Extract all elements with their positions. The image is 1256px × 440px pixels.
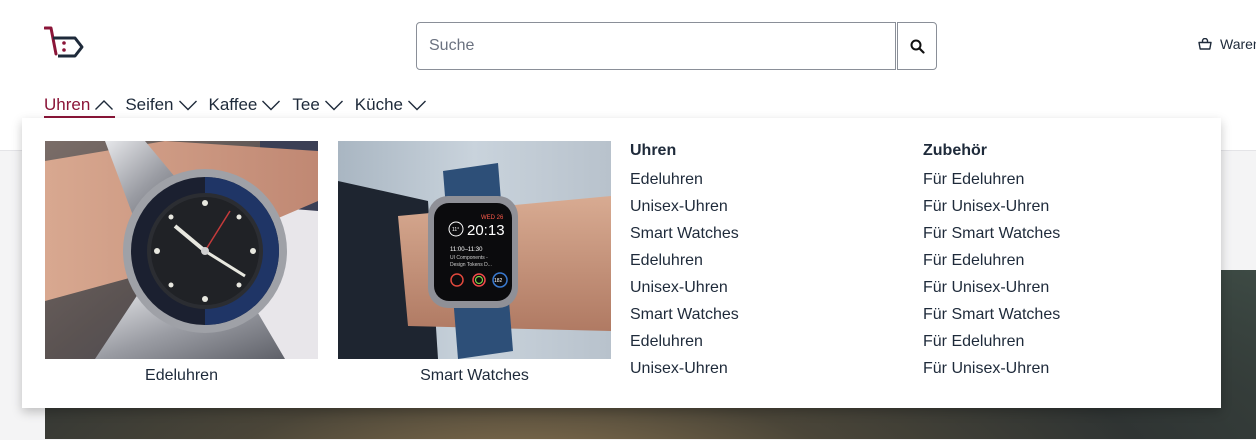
category-card-edeluhren[interactable]: Edeluhren xyxy=(45,141,318,385)
link-list: Für Edeluhren Für Unisex-Uhren Für Smart… xyxy=(923,170,1060,386)
nav-item-label: Uhren xyxy=(44,95,91,114)
search-button[interactable] xyxy=(897,22,937,70)
menu-link[interactable]: Unisex-Uhren xyxy=(630,359,739,386)
menu-link[interactable]: Smart Watches xyxy=(630,224,739,251)
menu-column-uhren: Uhren Edeluhren Unisex-Uhren Smart Watch… xyxy=(630,142,739,386)
menu-link[interactable]: Für Unisex-Uhren xyxy=(923,278,1060,305)
card-caption: Edeluhren xyxy=(145,367,218,384)
nav-item-label: Tee xyxy=(292,95,320,114)
menu-column-zubehoer: Zubehör Für Edeluhren Für Unisex-Uhren F… xyxy=(923,142,1060,386)
chevron-down-icon xyxy=(178,100,197,111)
main-navigation: Uhren Seifen Kaffee Tee Küche xyxy=(44,94,438,118)
chevron-down-icon xyxy=(262,100,281,111)
menu-link[interactable]: Für Unisex-Uhren xyxy=(923,359,1060,386)
nav-item-kueche[interactable]: Küche xyxy=(355,94,427,116)
mega-menu-dropdown: Edeluhren WED 26 20:13 11° 11:00–11:30 U… xyxy=(22,118,1221,408)
card-caption: Smart Watches xyxy=(420,367,529,384)
watch-steps: 182 xyxy=(494,278,503,284)
basket-icon xyxy=(1198,38,1212,50)
nav-item-tee[interactable]: Tee xyxy=(292,94,343,116)
menu-link[interactable]: Unisex-Uhren xyxy=(630,278,739,305)
menu-link[interactable]: Für Edeluhren xyxy=(923,170,1060,197)
chevron-down-icon xyxy=(407,100,426,111)
cart-face-logo-icon xyxy=(43,26,84,58)
column-heading: Uhren xyxy=(630,142,677,159)
menu-link[interactable]: Smart Watches xyxy=(630,305,739,332)
logo[interactable] xyxy=(43,26,88,60)
chevron-up-icon xyxy=(95,100,114,110)
chevron-down-icon xyxy=(324,100,343,111)
search-input[interactable] xyxy=(416,22,896,70)
category-card-smart-watches[interactable]: WED 26 20:13 11° 11:00–11:30 UI Componen… xyxy=(338,141,611,385)
menu-link[interactable]: Edeluhren xyxy=(630,332,739,359)
link-list: Edeluhren Unisex-Uhren Smart Watches Ede… xyxy=(630,170,739,386)
search-icon xyxy=(910,39,925,54)
menu-link[interactable]: Für Smart Watches xyxy=(923,224,1060,251)
cart-link[interactable]: Waren xyxy=(1198,36,1256,52)
nav-item-label: Seifen xyxy=(125,95,174,114)
watch-event-line2: Design Tokens D... xyxy=(450,262,492,268)
watch-time: 20:13 xyxy=(467,222,505,239)
menu-link[interactable]: Edeluhren xyxy=(630,170,739,197)
menu-link[interactable]: Für Edeluhren xyxy=(923,251,1060,278)
watch-event-line1: UI Components - xyxy=(450,255,488,261)
cart-label: Waren xyxy=(1220,36,1256,52)
nav-item-label: Küche xyxy=(354,95,403,114)
nav-item-uhren[interactable]: Uhren xyxy=(44,94,116,118)
menu-link[interactable]: Unisex-Uhren xyxy=(630,197,739,224)
menu-link[interactable]: Für Smart Watches xyxy=(923,305,1060,332)
smart-watch-image: WED 26 20:13 11° 11:00–11:30 UI Componen… xyxy=(338,141,611,359)
nav-item-label: Kaffee xyxy=(208,95,258,114)
watch-day: WED 26 xyxy=(481,215,504,221)
watch-temp: 11° xyxy=(452,227,459,233)
menu-link[interactable]: Edeluhren xyxy=(630,251,739,278)
watch-event-time: 11:00–11:30 xyxy=(450,247,483,253)
nav-item-seifen[interactable]: Seifen xyxy=(125,94,197,116)
menu-link[interactable]: Für Unisex-Uhren xyxy=(923,197,1060,224)
column-heading: Zubehör xyxy=(923,142,987,159)
nav-item-kaffee[interactable]: Kaffee xyxy=(209,94,282,116)
menu-link[interactable]: Für Edeluhren xyxy=(923,332,1060,359)
luxury-watch-image xyxy=(45,141,318,359)
